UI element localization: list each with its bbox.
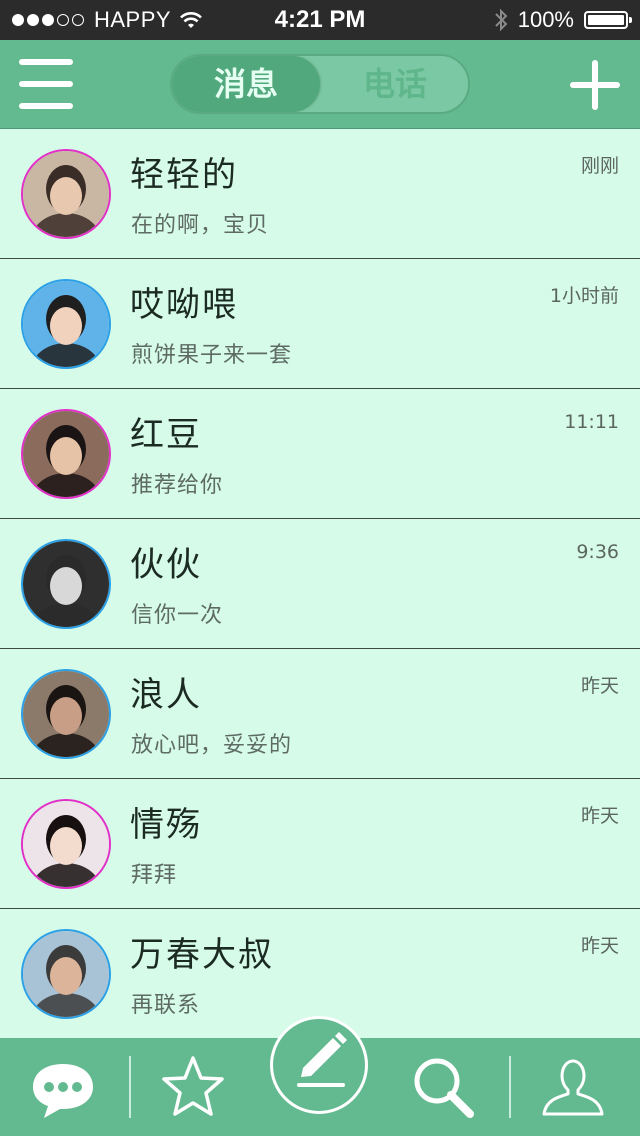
battery-percent: 100% — [517, 7, 574, 32]
segmented-control: 消息 电话 — [170, 54, 470, 114]
message-time: 昨天 — [580, 935, 619, 957]
avatar — [21, 799, 111, 889]
conversation-row[interactable]: 轻轻的 在的啊，宝贝 刚刚 — [0, 129, 640, 259]
conversation-row[interactable]: 红豆 推荐给你 11:11 — [0, 389, 640, 519]
contact-name: 伙伙 — [130, 545, 202, 585]
conversation-list: 轻轻的 在的啊，宝贝 刚刚 哎呦喂 煎饼果子来一套 1小时前 红豆 推荐给你 1… — [0, 129, 640, 1039]
tab-search[interactable] — [410, 1038, 480, 1136]
header-bar: 消息 电话 — [0, 40, 640, 129]
conversation-row[interactable]: 哎呦喂 煎饼果子来一套 1小时前 — [0, 259, 640, 389]
status-bar: HAPPY 4:21 PM 100% — [0, 0, 640, 40]
message-preview: 煎饼果子来一套 — [131, 343, 293, 368]
tab-profile[interactable] — [540, 1038, 610, 1136]
message-preview: 再联系 — [131, 993, 201, 1018]
star-icon — [162, 1056, 224, 1116]
tab-calls[interactable]: 电话 — [322, 56, 468, 112]
conversation-row[interactable]: 伙伙 信你一次 9:36 — [0, 519, 640, 649]
menu-button[interactable] — [19, 57, 73, 111]
pencil-icon — [297, 1032, 347, 1087]
search-icon — [414, 1058, 474, 1118]
message-time: 1小时前 — [549, 285, 619, 307]
message-preview: 推荐给你 — [131, 473, 224, 498]
message-time: 昨天 — [580, 805, 619, 827]
avatar — [21, 669, 111, 759]
message-preview: 放心吧，妥妥的 — [131, 733, 293, 758]
tab-chats[interactable] — [30, 1038, 100, 1136]
tab-favorites[interactable] — [160, 1038, 230, 1136]
battery-icon — [584, 11, 632, 29]
tab-divider — [509, 1056, 511, 1118]
user-icon — [542, 1059, 604, 1116]
avatar — [21, 409, 111, 499]
compose-button[interactable] — [270, 1016, 368, 1114]
contact-name: 浪人 — [130, 675, 202, 715]
avatar — [21, 539, 111, 629]
message-preview: 在的啊，宝贝 — [131, 213, 270, 238]
message-preview: 信你一次 — [131, 603, 224, 628]
message-time: 刚刚 — [580, 155, 619, 177]
status-right: 100% — [494, 0, 632, 40]
bluetooth-icon — [495, 8, 508, 32]
bottom-tab-bar — [0, 1016, 640, 1136]
tab-messages[interactable]: 消息 — [172, 56, 320, 112]
contact-name: 万春大叔 — [130, 935, 274, 975]
add-button[interactable] — [570, 60, 620, 110]
message-preview: 拜拜 — [131, 863, 178, 888]
contact-name: 轻轻的 — [130, 155, 238, 195]
conversation-row[interactable]: 浪人 放心吧，妥妥的 昨天 — [0, 649, 640, 779]
contact-name: 哎呦喂 — [130, 285, 238, 325]
message-time: 11:11 — [564, 411, 619, 433]
tab-divider — [129, 1056, 131, 1118]
avatar — [21, 279, 111, 369]
message-time: 9:36 — [576, 541, 619, 563]
conversation-row[interactable]: 情殇 拜拜 昨天 — [0, 779, 640, 909]
avatar — [21, 929, 111, 1019]
contact-name: 情殇 — [130, 805, 202, 845]
menu-icon — [19, 59, 73, 65]
chat-bubble-icon — [33, 1064, 93, 1118]
message-time: 昨天 — [580, 675, 619, 697]
avatar — [21, 149, 111, 239]
contact-name: 红豆 — [130, 415, 202, 455]
